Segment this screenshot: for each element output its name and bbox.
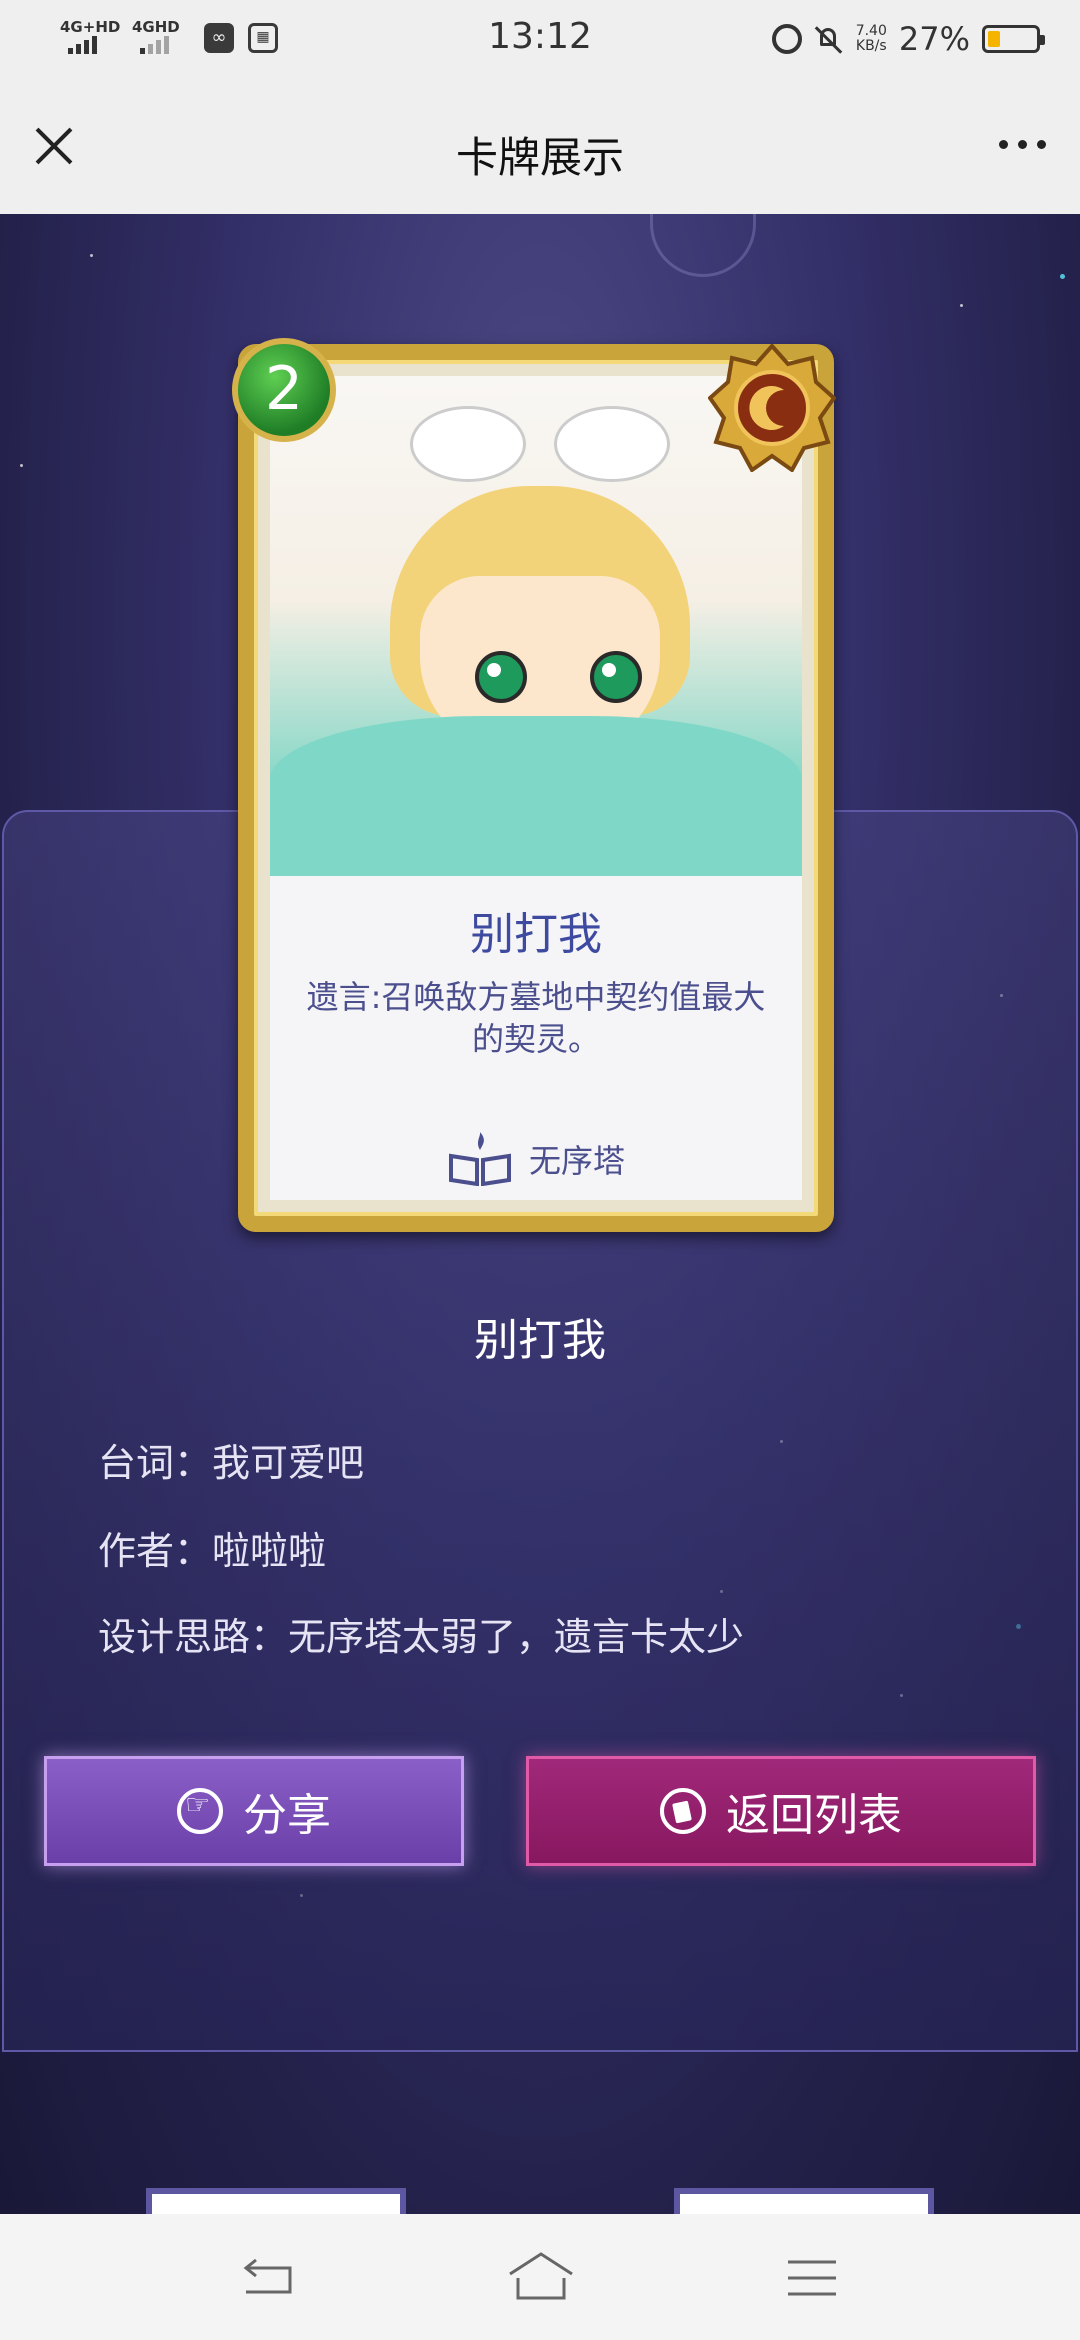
share-button[interactable]: 分享 (44, 1756, 464, 1866)
author-label: 作者： (98, 1529, 213, 1573)
hand-icon (177, 1788, 223, 1834)
card-text-area: 别打我 遗言:召唤敌方墓地中契约值最大的契灵。 无序塔 (270, 876, 802, 1200)
card-cost: 2 (232, 338, 336, 442)
bottom-tab-right[interactable] (674, 2188, 934, 2214)
design-row: 设计思路：无序塔太弱了，遗言卡太少 (98, 1606, 744, 1661)
info-card-name: 别打我 (474, 1315, 606, 1366)
lines-value: 我可爱吧 (212, 1441, 365, 1485)
alarm-icon (771, 24, 802, 54)
mute-icon (814, 24, 844, 54)
speed-value: 7.40 (855, 23, 887, 39)
more-icon[interactable] (999, 140, 1046, 149)
main-content: 别打我 遗言:召唤敌方墓地中契约值最大的契灵。 无序塔 2 别打我 台词：我可爱… (0, 214, 1080, 2214)
star-decoration (1060, 274, 1065, 279)
cards-icon (660, 1788, 706, 1834)
battery-icon (982, 25, 1045, 53)
page-title: 卡牌展示 (455, 133, 624, 182)
status-bar: 4G+HD 4GHD ∞ ▦ 13:12 7.40 KB/s 27% (0, 0, 1080, 84)
design-label: 设计思路： (98, 1615, 289, 1659)
card-description: 遗言:召唤敌方墓地中契约值最大的契灵。 (306, 978, 766, 1058)
back-to-list-label: 返回列表 (726, 1790, 902, 1841)
menu-nav-icon[interactable] (784, 2258, 840, 2298)
card-name: 别打我 (470, 909, 602, 960)
bottom-tab-left[interactable] (146, 2188, 406, 2214)
sun-moon-icon (708, 344, 836, 472)
system-nav-bar (0, 2214, 1080, 2340)
network-speed: 7.40 KB/s (856, 24, 887, 54)
lines-label: 台词： (98, 1441, 213, 1485)
star-decoration (960, 304, 963, 307)
book-icon (448, 1132, 511, 1186)
card-faction: 无序塔 (270, 1132, 802, 1186)
back-nav-icon[interactable] (240, 2256, 296, 2296)
status-right: 7.40 KB/s 27% (771, 20, 1045, 58)
battery-percent: 27% (898, 20, 970, 58)
faction-label: 无序塔 (528, 1142, 625, 1180)
speed-unit: KB/s (855, 38, 887, 54)
battery-fill (988, 31, 1001, 47)
design-value: 无序塔太弱了，遗言卡太少 (288, 1615, 745, 1659)
author-row: 作者：啦啦啦 (98, 1520, 326, 1575)
emblem-decoration (650, 214, 756, 277)
star-decoration (20, 464, 23, 467)
home-nav-icon[interactable] (506, 2250, 576, 2302)
share-label: 分享 (243, 1790, 331, 1841)
card-display: 别打我 遗言:召唤敌方墓地中契约值最大的契灵。 无序塔 (238, 344, 834, 1232)
star-decoration (90, 254, 93, 257)
back-to-list-button[interactable]: 返回列表 (526, 1756, 1036, 1866)
lines-row: 台词：我可爱吧 (98, 1432, 364, 1487)
title-bar: 卡牌展示 (0, 84, 1080, 214)
author-value: 啦啦啦 (212, 1529, 327, 1573)
